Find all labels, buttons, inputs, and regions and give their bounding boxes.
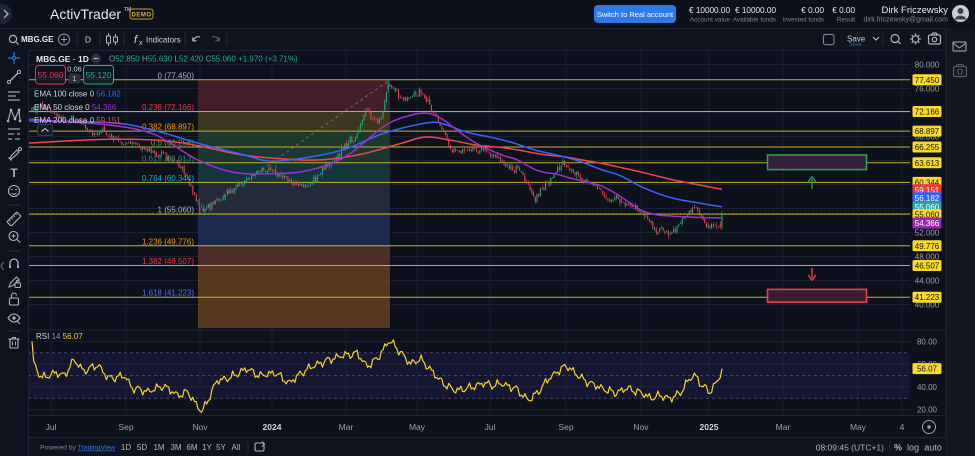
- svg-text:MBG.GE · 1D: MBG.GE · 1D: [36, 54, 89, 64]
- svg-text:Invested funds: Invested funds: [782, 17, 824, 24]
- svg-text:€ 10000.00: € 10000.00: [735, 6, 776, 15]
- svg-text:1.382 (46.507): 1.382 (46.507): [142, 257, 194, 266]
- svg-text:44.000: 44.000: [915, 277, 940, 286]
- svg-text:x: x: [139, 40, 143, 47]
- svg-text:EMA 50 close 0 54.366: EMA 50 close 0 54.366: [34, 103, 117, 112]
- svg-text:54.366: 54.366: [915, 219, 940, 228]
- svg-text:80.000: 80.000: [915, 61, 940, 70]
- svg-text:5Y: 5Y: [216, 443, 226, 452]
- svg-text:46.507: 46.507: [915, 262, 940, 271]
- svg-text:May: May: [409, 422, 426, 432]
- svg-text:56.182: 56.182: [915, 194, 940, 203]
- svg-text:%: %: [894, 443, 902, 453]
- svg-text:55.120: 55.120: [86, 70, 112, 80]
- svg-text:6M: 6M: [186, 443, 197, 452]
- svg-text:O52.850 H55.630 L52.420 C55.06: O52.850 H55.630 L52.420 C55.060 +1.970 (…: [109, 55, 298, 64]
- svg-text:Jul: Jul: [485, 422, 496, 432]
- svg-text:41.223: 41.223: [915, 293, 940, 302]
- svg-text:5D: 5D: [137, 443, 147, 452]
- svg-text:Mar: Mar: [339, 422, 354, 432]
- svg-text:Nov: Nov: [192, 422, 208, 432]
- svg-text:€ 0.00: € 0.00: [801, 6, 824, 15]
- svg-text:66.255: 66.255: [915, 143, 940, 152]
- svg-text:63.613: 63.613: [915, 159, 940, 168]
- svg-text:T: T: [10, 166, 18, 180]
- svg-text:Sep: Sep: [118, 422, 133, 432]
- svg-text:3M: 3M: [170, 443, 181, 452]
- svg-text:49.776: 49.776: [915, 242, 940, 251]
- svg-text:0.236 (72.166): 0.236 (72.166): [142, 103, 194, 112]
- svg-text:52.000: 52.000: [915, 229, 940, 238]
- svg-text:May: May: [850, 422, 867, 432]
- svg-text:40.00: 40.00: [917, 383, 938, 392]
- svg-text:1.236 (49.776): 1.236 (49.776): [142, 237, 194, 246]
- svg-text:dirk.friczewsky@gmail.com: dirk.friczewsky@gmail.com: [863, 17, 948, 24]
- svg-text:€ 10000.00: € 10000.00: [689, 6, 730, 15]
- svg-text:Result: Result: [837, 17, 855, 24]
- svg-text:D: D: [85, 35, 91, 45]
- svg-text:1.618 (41.223): 1.618 (41.223): [142, 289, 194, 298]
- svg-text:08:09:45 (UTC+1): 08:09:45 (UTC+1): [816, 443, 884, 453]
- svg-text:Available funds: Available funds: [733, 17, 776, 24]
- svg-text:All: All: [232, 443, 241, 452]
- svg-text:Sep: Sep: [558, 422, 573, 432]
- svg-text:80.00: 80.00: [917, 338, 938, 347]
- svg-text:ActivTrader: ActivTrader: [50, 6, 121, 22]
- svg-text:2025: 2025: [700, 422, 719, 432]
- svg-text:76.000: 76.000: [915, 85, 940, 94]
- svg-text:0.382 (68.897): 0.382 (68.897): [142, 123, 194, 132]
- svg-text:Powered by TradingView: Powered by TradingView: [40, 445, 115, 452]
- svg-text:1Y: 1Y: [202, 443, 212, 452]
- svg-text:DEMO: DEMO: [132, 13, 152, 19]
- svg-text:Switch to Real account: Switch to Real account: [597, 10, 674, 19]
- svg-text:RSI 14 56.07: RSI 14 56.07: [36, 332, 83, 341]
- svg-text:4: 4: [900, 422, 905, 432]
- svg-text:20.00: 20.00: [917, 406, 938, 415]
- svg-text:56.07: 56.07: [917, 365, 938, 374]
- svg-text:0.764 (60.344): 0.764 (60.344): [142, 174, 194, 183]
- svg-text:1D: 1D: [121, 443, 131, 452]
- svg-text:Mar: Mar: [776, 422, 791, 432]
- svg-text:Nov: Nov: [633, 422, 649, 432]
- svg-text:Dirk Friczewsky: Dirk Friczewsky: [882, 5, 949, 16]
- svg-text:Account value: Account value: [690, 17, 731, 24]
- svg-text:68.897: 68.897: [915, 127, 940, 136]
- svg-text:Jul: Jul: [46, 422, 57, 432]
- svg-text:1M: 1M: [153, 443, 164, 452]
- svg-text:€ 0.00: € 0.00: [832, 6, 855, 15]
- svg-text:MBG.GE: MBG.GE: [21, 35, 54, 44]
- svg-text:0 (77.450): 0 (77.450): [158, 71, 195, 80]
- svg-text:log: log: [907, 443, 919, 453]
- svg-text:Indicators: Indicators: [146, 36, 181, 45]
- svg-text:1: 1: [72, 74, 76, 83]
- svg-text:auto: auto: [924, 443, 942, 453]
- svg-text:55.060: 55.060: [38, 70, 64, 80]
- svg-text:Save: Save: [849, 42, 862, 48]
- svg-text:EMA 200 close 0 59.151: EMA 200 close 0 59.151: [34, 116, 121, 125]
- svg-text:77.450: 77.450: [915, 76, 940, 85]
- svg-text:0.06: 0.06: [67, 65, 82, 74]
- svg-text:EMA 100 close 0 56.182: EMA 100 close 0 56.182: [34, 90, 121, 99]
- svg-text:2024: 2024: [263, 422, 282, 432]
- svg-text:72.166: 72.166: [915, 108, 940, 117]
